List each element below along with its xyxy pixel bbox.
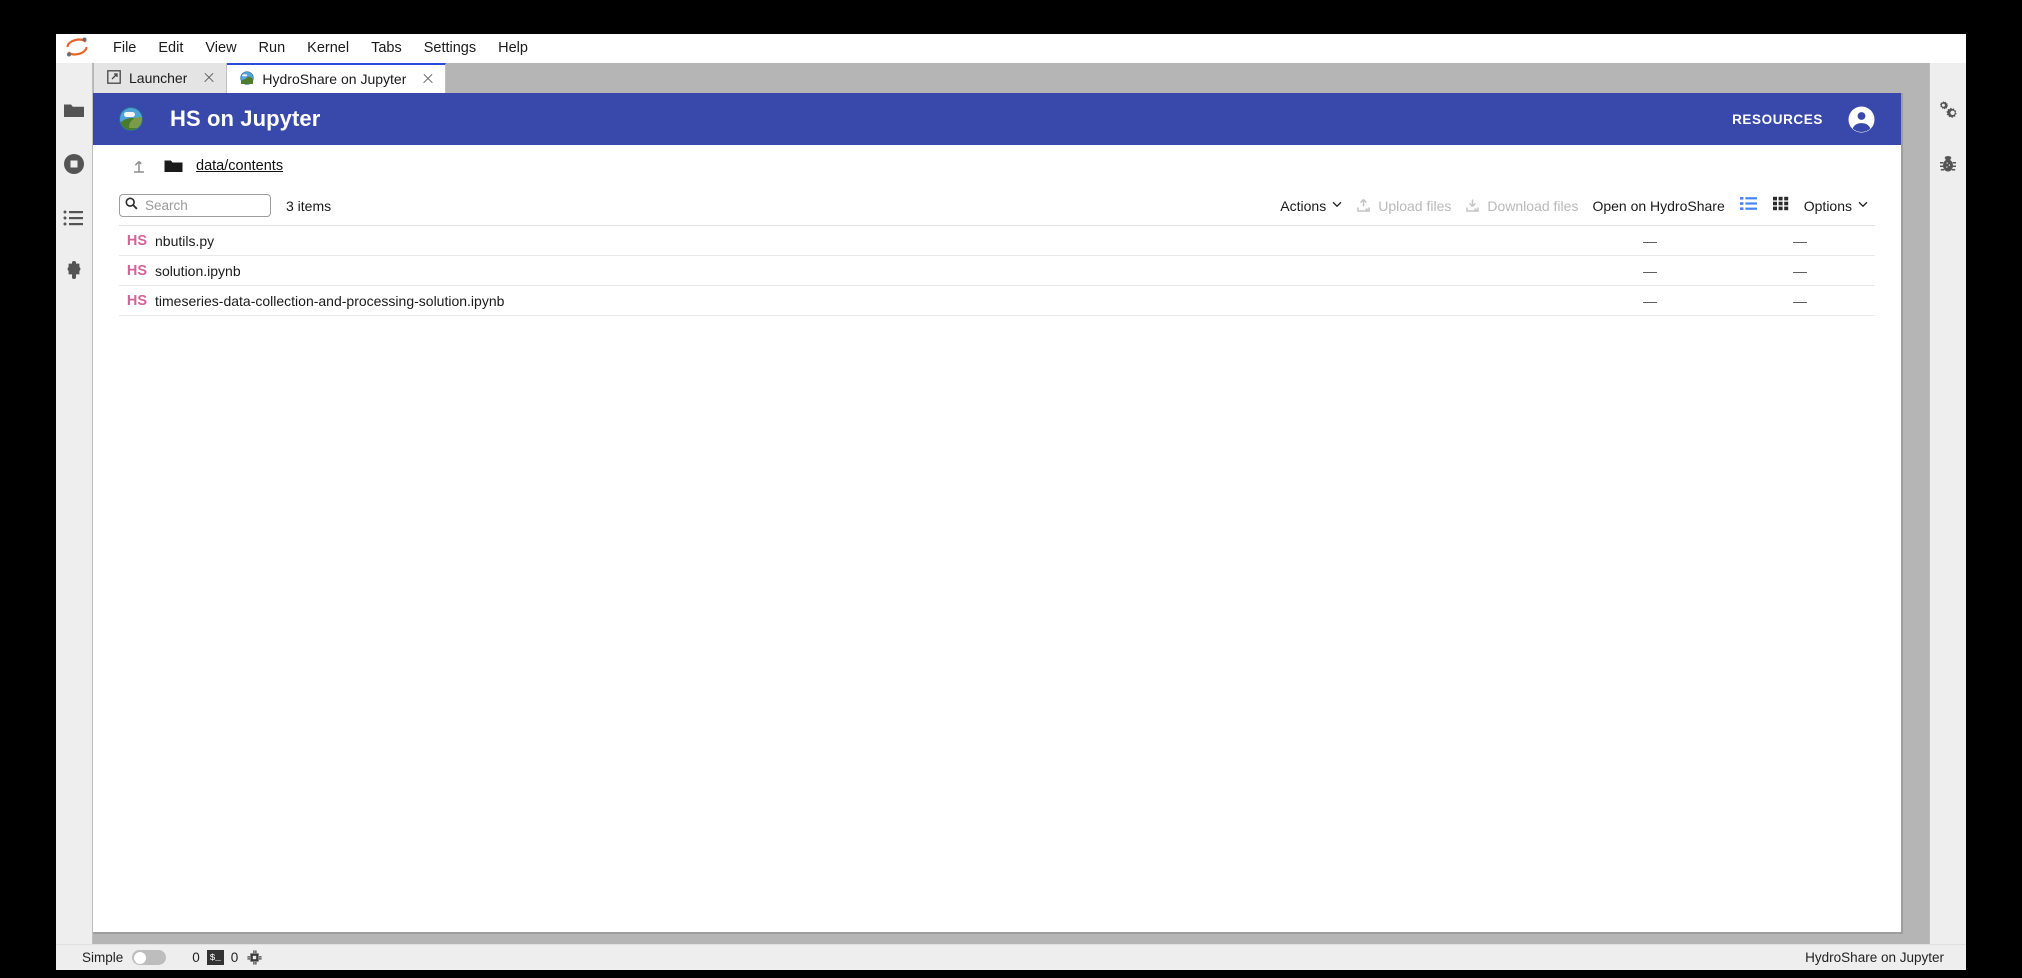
grid-view-toggle[interactable] xyxy=(1765,193,1797,219)
arrow-up-icon[interactable] xyxy=(130,157,148,175)
file-name: solution.ipynb xyxy=(155,262,241,279)
item-count-label: 3 items xyxy=(286,197,332,214)
tab-hydroshare-on-jupyter[interactable]: HydroShare on Jupyter xyxy=(227,63,447,93)
file-browser-panel: data/contents Search 3 items Actions Upl… xyxy=(93,145,1901,932)
stop-circle-icon xyxy=(63,153,85,180)
options-dropdown[interactable]: Options xyxy=(1797,195,1875,217)
hydroshare-badge: HS xyxy=(126,292,148,309)
gears-icon xyxy=(1937,99,1959,126)
actions-dropdown[interactable]: Actions xyxy=(1273,195,1349,217)
open-on-hydroshare-label: Open on HydroShare xyxy=(1592,197,1725,214)
simple-mode-label: Simple xyxy=(82,950,124,965)
upload-files-button[interactable]: Upload files xyxy=(1349,195,1458,217)
right-sidebar xyxy=(1929,63,1966,944)
breadcrumb-path-link[interactable]: data/contents xyxy=(196,158,283,174)
file-modified: — xyxy=(1793,232,1807,249)
toolbar-actions: Actions Upload files Download files Open… xyxy=(1273,193,1875,219)
download-files-label: Download files xyxy=(1487,197,1579,214)
cpu-chip-icon[interactable] xyxy=(247,950,262,965)
search-input-wrapper[interactable] xyxy=(119,194,271,217)
puzzle-piece-icon xyxy=(63,260,85,288)
menu-item-view[interactable]: View xyxy=(194,38,247,58)
hydroshare-badge: HS xyxy=(126,232,148,249)
status-bar-context: HydroShare on Jupyter xyxy=(1805,950,1944,965)
menu-item-help[interactable]: Help xyxy=(487,38,539,58)
folder-icon xyxy=(164,158,183,174)
upload-icon xyxy=(1356,198,1371,213)
breadcrumb: data/contents xyxy=(119,145,1875,186)
left-sidebar xyxy=(56,63,93,944)
terminal-icon[interactable]: $_ xyxy=(206,950,224,965)
document-panel: HS on Jupyter RESOURCES data/contents Se… xyxy=(93,93,1929,944)
menu-bar: File Edit View Run Kernel Tabs Settings … xyxy=(56,34,1966,63)
open-on-hydroshare-button[interactable]: Open on HydroShare xyxy=(1585,195,1731,217)
page-title: HS on Jupyter xyxy=(170,106,321,131)
table-row[interactable]: HS nbutils.py — — xyxy=(119,226,1875,256)
resources-link[interactable]: RESOURCES xyxy=(1732,112,1823,127)
file-modified: — xyxy=(1793,262,1807,279)
menu-item-file[interactable]: File xyxy=(102,38,147,58)
download-icon xyxy=(1465,198,1480,213)
sidebar-item-running-terminals-and-kernels[interactable] xyxy=(56,139,93,193)
upload-files-label: Upload files xyxy=(1378,197,1452,214)
jupyterlab-window: File Edit View Run Kernel Tabs Settings … xyxy=(56,34,1966,970)
menu-item-settings[interactable]: Settings xyxy=(413,38,487,58)
grid-view-icon xyxy=(1772,196,1789,216)
download-files-button[interactable]: Download files xyxy=(1458,195,1585,217)
tab-launcher[interactable]: Launcher xyxy=(94,63,228,93)
jupyter-logo-icon xyxy=(62,35,92,61)
list-view-toggle[interactable] xyxy=(1732,193,1765,219)
kernel-count: 0 xyxy=(192,950,200,965)
bug-icon xyxy=(1938,154,1958,179)
main-area: Launcher HydroShare on Jupyter HS on Jup… xyxy=(93,63,1929,944)
hydroshare-globe-icon xyxy=(240,70,255,88)
launcher-icon xyxy=(107,69,121,87)
terminal-count: 0 xyxy=(230,950,239,965)
file-size: — xyxy=(1643,262,1657,279)
chevron-down-icon xyxy=(1332,200,1342,211)
options-label: Options xyxy=(1803,197,1852,214)
tab-label: HydroShare on Jupyter xyxy=(262,71,407,87)
search-input[interactable] xyxy=(143,197,265,214)
sidebar-item-property-inspector[interactable] xyxy=(1930,85,1967,139)
actions-label: Actions xyxy=(1280,197,1327,214)
hydroshare-app-header: HS on Jupyter RESOURCES xyxy=(93,93,1901,145)
sidebar-item-extension-manager[interactable] xyxy=(56,247,93,301)
hydroshare-badge: HS xyxy=(126,262,148,279)
menu-item-kernel[interactable]: Kernel xyxy=(296,38,360,58)
header-actions: RESOURCES xyxy=(1732,106,1875,133)
table-row[interactable]: HS solution.ipynb — — xyxy=(119,256,1875,286)
sidebar-item-debugger[interactable] xyxy=(1930,139,1967,193)
file-list: HS nbutils.py — — HS solution.ipynb — — xyxy=(119,225,1875,932)
folder-icon xyxy=(63,101,85,124)
search-icon xyxy=(125,196,138,215)
status-bar: Simple 0 $_ 0 HydroShare on Jupyter xyxy=(56,944,1966,970)
file-size: — xyxy=(1643,292,1657,309)
hydroshare-globe-icon xyxy=(119,107,143,131)
file-toolbar: 3 items Actions xyxy=(119,186,1875,225)
file-size: — xyxy=(1643,232,1657,249)
close-icon[interactable] xyxy=(201,70,217,86)
menu-item-edit[interactable]: Edit xyxy=(147,38,194,58)
hydroshare-app: HS on Jupyter RESOURCES data/contents Se… xyxy=(93,93,1903,934)
chevron-down-icon xyxy=(1858,200,1868,211)
list-view-icon xyxy=(1739,196,1757,216)
tab-bar: Launcher HydroShare on Jupyter xyxy=(93,63,1929,93)
list-icon xyxy=(63,209,85,232)
account-circle-icon[interactable] xyxy=(1848,106,1875,133)
sidebar-item-file-browser[interactable] xyxy=(56,85,93,139)
sidebar-item-commands[interactable] xyxy=(56,193,93,247)
tab-label: Launcher xyxy=(129,70,188,86)
file-modified: — xyxy=(1793,292,1807,309)
table-row[interactable]: HS timeseries-data-collection-and-proces… xyxy=(119,286,1875,316)
close-icon[interactable] xyxy=(420,71,436,87)
simple-mode-toggle[interactable] xyxy=(132,950,167,965)
menu-item-tabs[interactable]: Tabs xyxy=(360,38,413,58)
file-name: nbutils.py xyxy=(155,232,215,249)
menu-item-run[interactable]: Run xyxy=(248,38,297,58)
file-name: timeseries-data-collection-and-processin… xyxy=(155,292,505,309)
workspace: Launcher HydroShare on Jupyter HS on Jup… xyxy=(56,63,1966,944)
